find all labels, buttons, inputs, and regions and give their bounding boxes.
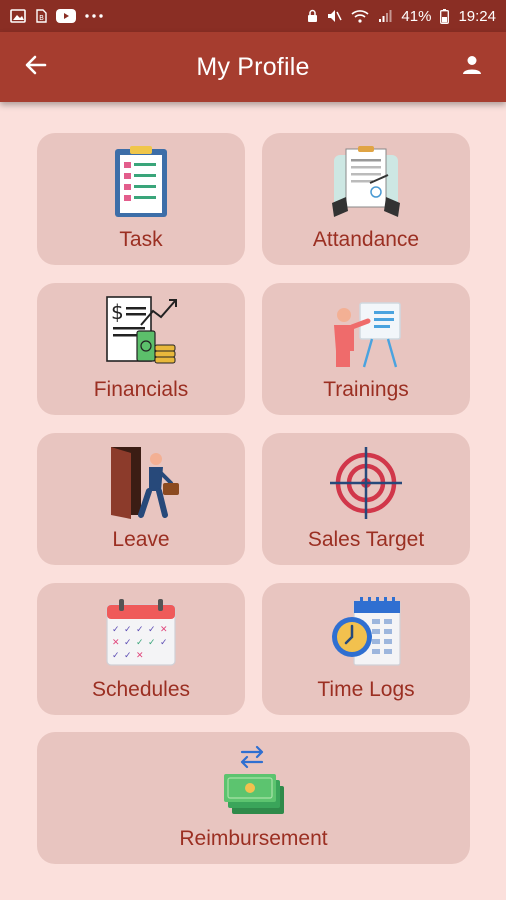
trainings-label: Trainings [323,378,409,401]
profile-button[interactable] [456,51,488,83]
reimbursement-label: Reimbursement [179,827,328,850]
more-notifications-icon [85,14,103,18]
financial-report-icon: $ [101,295,181,371]
money-exchange-icon [214,744,294,820]
clipboard-checklist-icon [101,145,181,221]
battery-percent: 41% [401,7,432,25]
calendar-icon: ✓ ✓ ✓ ✓ ✕ ✕ ✓ ✓ ✓ ✓ ✓ ✓ ✕ [101,595,181,671]
trainings-tile[interactable]: Trainings [262,283,470,415]
page-title: My Profile [196,52,310,81]
back-button[interactable] [20,51,52,83]
financials-label: Financials [93,378,189,401]
leave-tile[interactable]: Leave [37,433,245,565]
signal-icon [378,9,392,23]
task-tile[interactable]: Task [37,133,245,265]
gallery-notification-icon [10,9,26,23]
app-notification-icon: B [35,9,47,23]
svg-text:✓: ✓ [124,625,132,635]
svg-text:✓: ✓ [136,625,144,635]
attendance-tile[interactable]: Attandance [262,133,470,265]
svg-text:✓: ✓ [124,638,132,648]
svg-text:✓: ✓ [148,625,156,635]
svg-text:✕: ✕ [112,638,120,648]
clock-time: 19:24 [458,7,496,25]
sales-target-label: Sales Target [307,528,425,551]
sales-target-tile[interactable]: Sales Target [262,433,470,565]
svg-text:✓: ✓ [136,638,144,648]
svg-text:✓: ✓ [148,638,156,648]
time-logs-label: Time Logs [317,678,415,701]
battery-icon [440,8,450,24]
status-bar: B 41% 19:24 [0,0,506,32]
presentation-board-icon [326,295,406,371]
arrow-left-icon [25,55,47,80]
wifi-icon [351,9,369,23]
attendance-label: Attandance [312,228,420,251]
svg-text:✕: ✕ [136,651,144,661]
svg-text:B: B [39,14,44,22]
schedules-tile[interactable]: ✓ ✓ ✓ ✓ ✕ ✕ ✓ ✓ ✓ ✓ ✓ ✓ ✕ Schedules [37,583,245,715]
attendance-sheet-icon [326,145,406,221]
financials-tile[interactable]: $ Financials [37,283,245,415]
person-icon [462,55,482,80]
schedules-label: Schedules [91,678,191,701]
task-label: Task [119,228,163,251]
svg-text:$: $ [111,300,124,324]
youtube-notification-icon [56,9,76,23]
svg-text:✓: ✓ [112,625,120,635]
clock-calendar-icon [326,595,406,671]
person-leaving-door-icon [101,445,181,521]
svg-text:✓: ✓ [112,651,120,661]
leave-label: Leave [112,528,170,551]
time-logs-tile[interactable]: Time Logs [262,583,470,715]
reimbursement-tile[interactable]: Reimbursement [37,732,470,864]
crosshair-target-icon [326,445,406,521]
svg-text:✓: ✓ [160,638,168,648]
app-bar: My Profile [0,32,506,102]
mute-icon [327,9,343,23]
svg-text:✓: ✓ [124,651,132,661]
lock-icon [307,9,318,23]
svg-text:✕: ✕ [160,625,168,635]
